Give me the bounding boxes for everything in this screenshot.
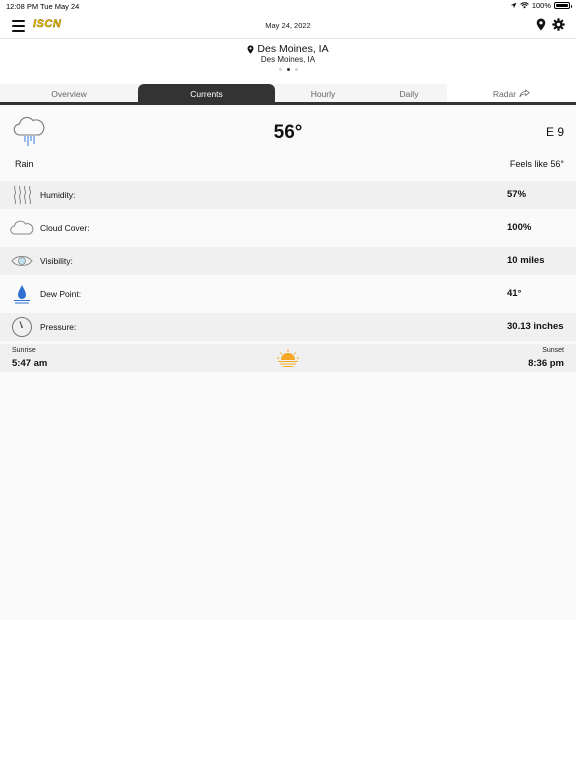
wind-value: E 9 — [545, 125, 564, 139]
app-bar: ISCN May 24, 2022 — [0, 13, 576, 39]
location-pin-icon — [247, 44, 254, 54]
location-subtitle: Des Moines, IA — [260, 55, 316, 64]
humidity-icon — [10, 184, 34, 206]
sunrise-label: Sunrise — [12, 347, 36, 354]
sunrise-sunset-row: Sunrise 5:47 am Sunset 8:36 pm — [0, 344, 576, 372]
location-title: Des Moines, IA — [0, 43, 576, 55]
detail-row-pressure: Pressure: 30.13 inches — [0, 313, 576, 341]
tab-currents[interactable]: Currents — [138, 84, 275, 103]
detail-label: Dew Point: — [40, 289, 82, 299]
tab-hourly[interactable]: Hourly — [275, 84, 371, 103]
gear-icon — [552, 18, 565, 31]
detail-label: Humidity: — [40, 190, 76, 200]
status-time: 12:08 PM — [6, 2, 39, 11]
tab-bar: Overview Currents Hourly Daily Radar — [0, 84, 576, 104]
detail-value: 10 miles — [507, 255, 545, 266]
tab-radar[interactable]: Radar — [447, 84, 576, 103]
sunrise-time: 5:47 am — [12, 358, 48, 369]
sunset-label: Sunset — [542, 347, 564, 354]
detail-row-visibility: Visibility: 10 miles — [0, 247, 576, 275]
detail-value: 100% — [507, 222, 532, 233]
sunset-icon — [276, 349, 300, 372]
detail-value: 30.13 inches — [507, 321, 564, 332]
detail-value: 57% — [507, 189, 527, 200]
battery-percent: 100% — [531, 1, 551, 10]
sunset-time: 8:36 pm — [528, 358, 564, 369]
current-temperature: 56° — [273, 122, 303, 143]
detail-row-dew-point: Dew Point: 41° — [0, 280, 576, 308]
page-indicator[interactable] — [0, 68, 576, 71]
detail-label: Cloud Cover: — [40, 223, 90, 233]
current-conditions: 56° E 9 Rain Feels like 56° — [0, 105, 576, 180]
tab-radar-label: Radar — [492, 88, 517, 99]
status-bar: 12:08 PM Tue May 24 100% — [0, 0, 576, 13]
feels-like: Feels like 56° — [509, 159, 564, 169]
currents-panel: 56° E 9 Rain Feels like 56° Humidity: 57… — [0, 105, 576, 620]
detail-label: Pressure: — [40, 322, 77, 332]
battery-icon — [554, 2, 572, 9]
location-header: Des Moines, IA Des Moines, IA — [0, 40, 576, 76]
share-arrow-icon — [519, 89, 530, 98]
page-dot[interactable] — [294, 68, 298, 71]
location-arrow-icon — [510, 2, 517, 9]
status-right: 100% — [510, 1, 572, 10]
eye-icon — [10, 250, 34, 272]
detail-value: 41° — [507, 288, 522, 299]
cloud-icon — [10, 217, 34, 239]
status-date: Tue May 24 — [40, 2, 80, 11]
location-button[interactable] — [536, 18, 546, 36]
settings-button[interactable] — [552, 18, 565, 36]
tab-daily[interactable]: Daily — [371, 84, 447, 103]
location-name: Des Moines, IA — [257, 43, 329, 55]
wifi-icon — [520, 2, 529, 9]
header-date: May 24, 2022 — [265, 21, 311, 30]
tab-overview[interactable]: Overview — [0, 84, 138, 103]
condition-text: Rain — [15, 159, 34, 169]
detail-row-humidity: Humidity: 57% — [0, 181, 576, 209]
droplet-icon — [10, 283, 34, 305]
page-dot-active[interactable] — [286, 68, 290, 71]
detail-row-cloud-cover: Cloud Cover: 100% — [0, 214, 576, 242]
map-pin-icon — [536, 18, 546, 31]
gauge-icon — [10, 316, 34, 338]
detail-label: Visibility: — [40, 256, 73, 266]
page-dot[interactable] — [278, 68, 282, 71]
